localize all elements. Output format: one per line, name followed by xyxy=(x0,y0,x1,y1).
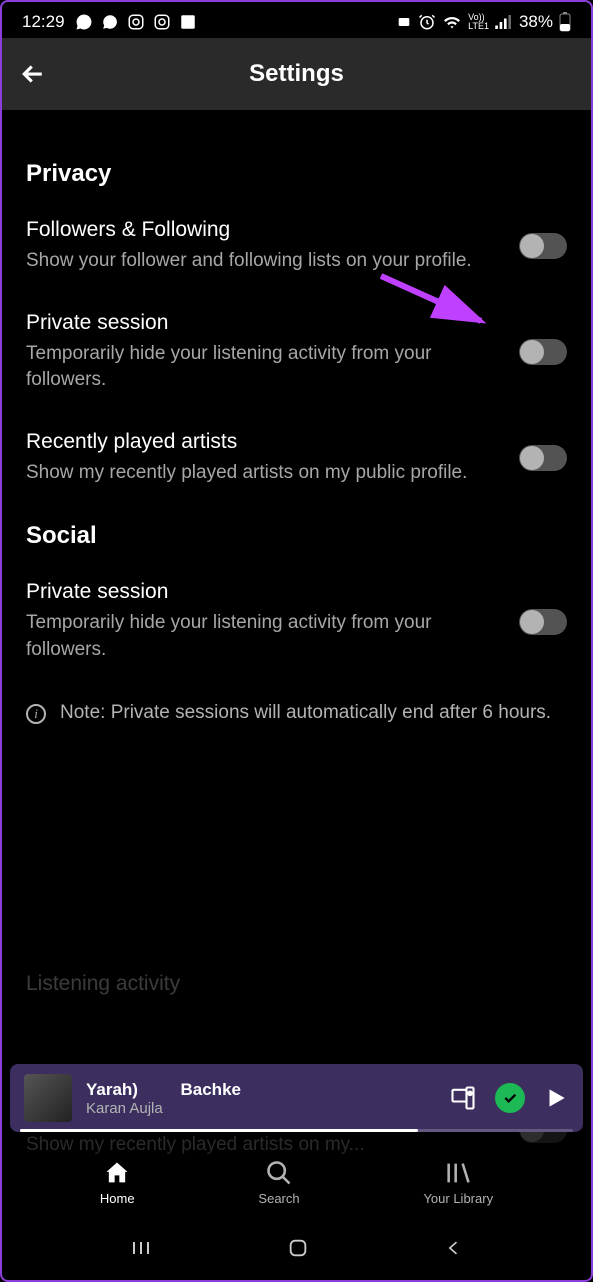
social-section-title: Social xyxy=(26,522,567,550)
social-private-session-row[interactable]: Private session Temporarily hide your li… xyxy=(26,580,567,663)
setting-desc: Show my recently played artists on my pu… xyxy=(26,460,503,487)
card-icon xyxy=(396,14,412,30)
back-button-system[interactable] xyxy=(444,1238,464,1258)
nav-search[interactable]: Search xyxy=(258,1159,299,1206)
header-title: Settings xyxy=(249,60,344,88)
bottom-navigation: Home Search Your Library xyxy=(2,1149,591,1216)
network-label: Vo))LTE1 xyxy=(468,13,489,31)
instagram-icon xyxy=(127,13,145,31)
nav-library[interactable]: Your Library xyxy=(423,1159,493,1206)
back-button[interactable] xyxy=(18,58,50,90)
system-navigation xyxy=(2,1216,591,1280)
faded-listening-activity: Listening activity xyxy=(26,972,567,1002)
status-time: 12:29 xyxy=(22,12,65,32)
signal-icon xyxy=(495,15,513,29)
followers-following-row[interactable]: Followers & Following Show your follower… xyxy=(26,218,567,275)
wifi-icon xyxy=(442,14,462,30)
privacy-section-title: Privacy xyxy=(26,160,567,188)
now-playing-bar[interactable]: Yarah) Bachke Karan Aujla xyxy=(10,1064,583,1132)
status-notification-icons xyxy=(75,13,197,31)
followers-following-toggle[interactable] xyxy=(519,233,567,259)
setting-label: Private session xyxy=(26,580,503,604)
battery-icon xyxy=(559,12,571,32)
info-note-row: i Note: Private sessions will automatica… xyxy=(26,700,567,727)
setting-label: Recently played artists xyxy=(26,430,503,454)
nav-home[interactable]: Home xyxy=(100,1159,135,1206)
recently-played-toggle[interactable] xyxy=(519,445,567,471)
info-text: Note: Private sessions will automaticall… xyxy=(60,700,551,727)
alarm-icon xyxy=(418,13,436,31)
private-session-row[interactable]: Private session Temporarily hide your li… xyxy=(26,311,567,394)
setting-label: Private session xyxy=(26,311,503,335)
playback-progress[interactable] xyxy=(20,1129,573,1132)
private-session-toggle[interactable] xyxy=(519,339,567,365)
recently-played-row[interactable]: Recently played artists Show my recently… xyxy=(26,430,567,487)
recents-button[interactable] xyxy=(129,1236,153,1260)
home-icon xyxy=(103,1159,131,1187)
setting-desc: Temporarily hide your listening activity… xyxy=(26,341,503,394)
setting-label: Followers & Following xyxy=(26,218,503,242)
home-button[interactable] xyxy=(287,1237,309,1259)
track-title: Yarah) Bachke xyxy=(86,1080,435,1100)
setting-desc: Temporarily hide your listening activity… xyxy=(26,610,503,663)
battery-percent: 38% xyxy=(519,12,553,32)
info-icon: i xyxy=(26,704,46,724)
play-button[interactable] xyxy=(543,1085,569,1111)
status-bar: 12:29 Vo))LTE1 38% xyxy=(2,2,591,38)
chat-icon xyxy=(101,13,119,31)
settings-header: Settings xyxy=(2,38,591,110)
track-artist: Karan Aujla xyxy=(86,1100,435,1117)
gallery-icon xyxy=(179,13,197,31)
search-icon xyxy=(265,1159,293,1187)
social-private-session-toggle[interactable] xyxy=(519,609,567,635)
library-icon xyxy=(444,1159,472,1187)
whatsapp-icon xyxy=(75,13,93,31)
instagram-icon xyxy=(153,13,171,31)
back-arrow-icon xyxy=(18,59,48,89)
added-check-icon[interactable] xyxy=(495,1083,525,1113)
setting-desc: Show your follower and following lists o… xyxy=(26,248,503,275)
album-art xyxy=(24,1074,72,1122)
connect-device-icon[interactable] xyxy=(449,1084,477,1112)
settings-content: Privacy Followers & Following Show your … xyxy=(2,110,591,726)
